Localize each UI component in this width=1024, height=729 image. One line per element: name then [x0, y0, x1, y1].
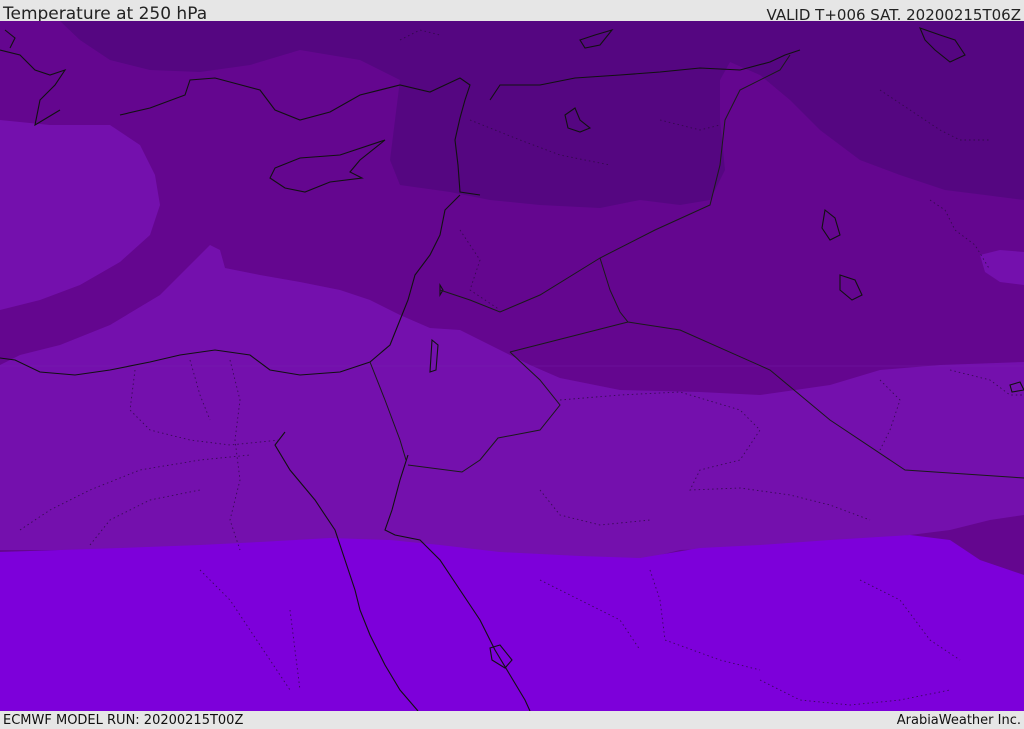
brand-label: ArabiaWeather Inc.	[896, 713, 1021, 728]
model-run-label: ECMWF MODEL RUN: 20200215T00Z	[3, 713, 244, 728]
map-canvas	[0, 21, 1024, 711]
footer-bar: ECMWF MODEL RUN: 20200215T00Z ArabiaWeat…	[0, 711, 1024, 729]
header-bar: Temperature at 250 hPa VALID T+006 SAT. …	[0, 0, 1024, 24]
temperature-band-warm	[0, 535, 1024, 711]
weather-map[interactable]	[0, 21, 1024, 711]
